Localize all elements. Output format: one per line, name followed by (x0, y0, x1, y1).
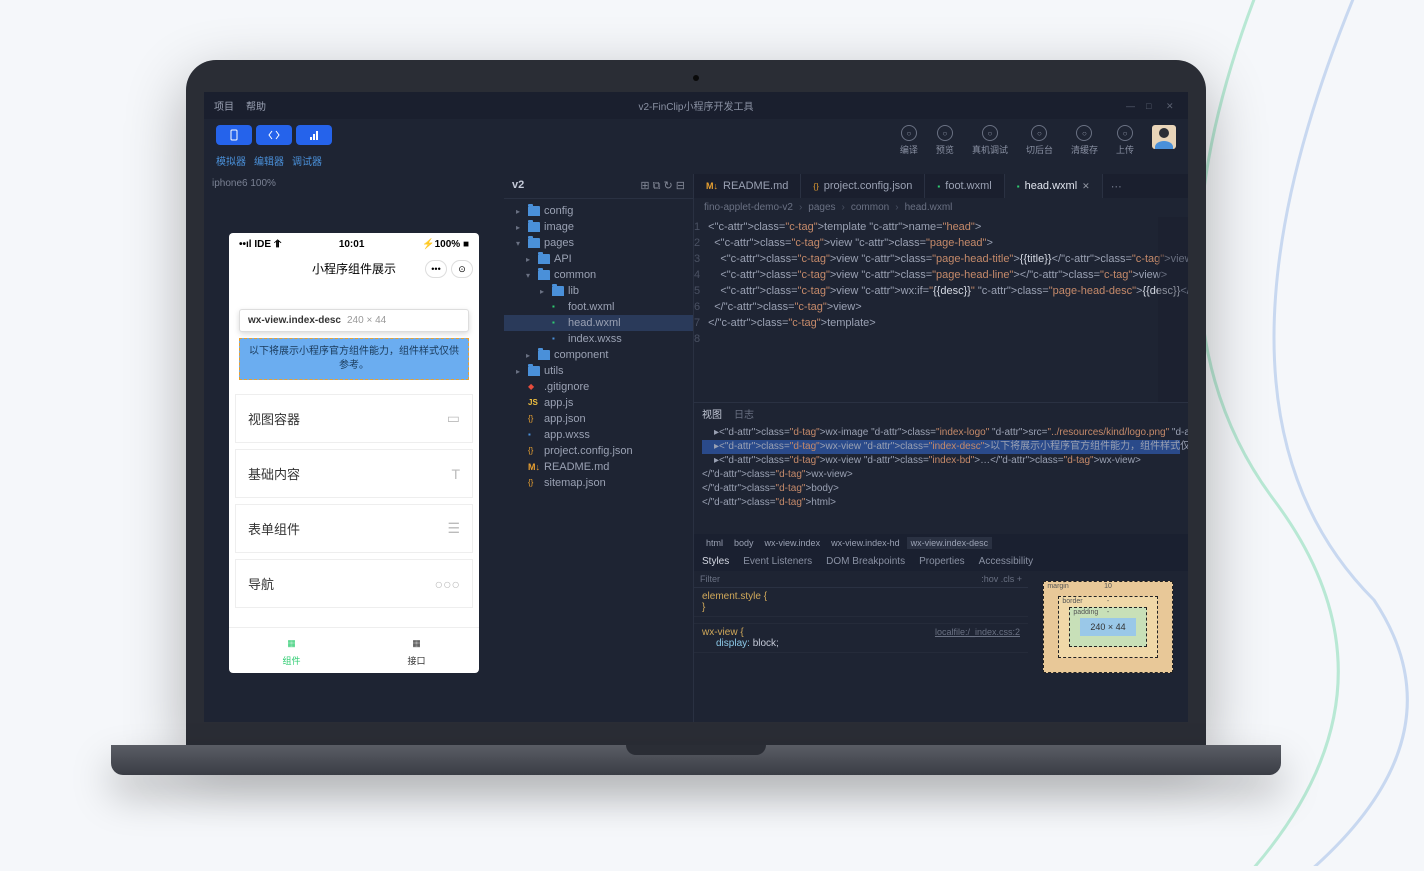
menu-project[interactable]: 项目 (214, 98, 234, 113)
editor-tab[interactable]: ▪foot.wxml (925, 174, 1004, 198)
phone-tab[interactable]: ▦接口 (354, 634, 479, 667)
devtab-log[interactable]: 日志 (734, 406, 754, 421)
styles-tab[interactable]: Accessibility (979, 556, 1033, 567)
tree-header-icons[interactable]: ⊞ ⧉ ↻ ⊟ (640, 179, 685, 193)
styles-tab[interactable]: Styles (702, 556, 729, 567)
user-avatar[interactable] (1152, 125, 1176, 149)
phone-status-left: ••ıl IDE ⥣ (239, 239, 281, 250)
toolbar-compile-button[interactable]: ○编译 (900, 125, 918, 156)
breadcrumb-item[interactable]: fino-applet-demo-v2 (704, 202, 793, 213)
tree-item[interactable]: JSapp.js (504, 395, 693, 411)
window-controls[interactable]: —□✕ (1126, 101, 1178, 111)
list-item[interactable]: 导航○○○ (235, 559, 473, 608)
tree-item[interactable]: ▸lib (504, 283, 693, 299)
css-rule[interactable]: element.style {} (694, 588, 1028, 617)
breadcrumb-item[interactable]: common (851, 202, 889, 213)
tree-item[interactable]: {}sitemap.json (504, 475, 693, 491)
highlighted-element[interactable]: 以下将展示小程序官方组件能力，组件样式仅供参考。 (239, 338, 469, 380)
devtab-view[interactable]: 视图 (702, 406, 722, 421)
mode-simulator-label[interactable]: 模拟器 (216, 153, 246, 168)
mode-simulator-icon[interactable] (216, 125, 252, 145)
styles-tab[interactable]: Properties (919, 556, 965, 567)
editor-tab[interactable]: ▪head.wxml✕ (1005, 174, 1103, 198)
tree-item[interactable]: ▾pages (504, 235, 693, 251)
phone-battery: ⚡100% ■ (422, 239, 469, 250)
css-rule[interactable]: </span><div class="rule-sel">.index-desc… (694, 617, 1028, 624)
tree-item[interactable]: {}project.config.json (504, 443, 693, 459)
toolbar-clear-button[interactable]: ○清缓存 (1071, 125, 1098, 156)
tree-item[interactable]: ▸component (504, 347, 693, 363)
phone-clock: 10:01 (339, 239, 365, 250)
toolbar-preview-button[interactable]: ○预览 (936, 125, 954, 156)
tree-item[interactable]: ▪index.wxss (504, 331, 693, 347)
tree-item[interactable]: ◆.gitignore (504, 379, 693, 395)
phone-preview[interactable]: ••ıl IDE ⥣ 10:01 ⚡100% ■ 小程序组件展示 •••⊙ wx… (229, 233, 479, 673)
toolbar-remote-button[interactable]: ○真机调试 (972, 125, 1008, 156)
menu-help[interactable]: 帮助 (246, 98, 266, 113)
mode-debugger-label[interactable]: 调试器 (292, 153, 322, 168)
editor-panel: M↓README.md{}project.config.json▪foot.wx… (694, 174, 1188, 722)
list-item[interactable]: 表单组件☰ (235, 504, 473, 553)
mode-editor-icon[interactable] (256, 125, 292, 145)
dom-node[interactable]: </"d-attr">class="d-tag">body> (702, 482, 1180, 496)
mode-debugger-icon[interactable] (296, 125, 332, 145)
phone-tab[interactable]: ▦组件 (229, 634, 354, 667)
breadcrumb-item[interactable]: head.wxml (905, 202, 953, 213)
tree-item[interactable]: ▾common (504, 267, 693, 283)
box-model: margin10 border- padding- 240 × 44 (1028, 571, 1188, 722)
titlebar: 项目 帮助 v2-FinClip小程序开发工具 —□✕ (204, 92, 1188, 119)
devtools-panel: 视图 日志 ▸<"d-attr">class="d-tag">wx-image … (694, 402, 1188, 722)
phone-more-icon[interactable]: ••• (425, 260, 447, 278)
ide-window: 项目 帮助 v2-FinClip小程序开发工具 —□✕ 模拟器 编辑器 调试器 … (204, 92, 1188, 722)
dom-crumb[interactable]: wx-view.index-desc (907, 537, 993, 549)
editor-tab[interactable]: M↓README.md (694, 174, 801, 198)
window-title: v2-FinClip小程序开发工具 (638, 98, 753, 113)
phone-close-icon[interactable]: ⊙ (451, 260, 473, 278)
dom-crumb[interactable]: wx-view.index (761, 537, 825, 549)
tree-item[interactable]: ▸image (504, 219, 693, 235)
dom-crumb[interactable]: html (702, 537, 727, 549)
tabs-more-icon[interactable]: ⋯ (1103, 180, 1130, 193)
styles-tab[interactable]: Event Listeners (743, 556, 812, 567)
close-icon: ✕ (1082, 181, 1090, 192)
file-tree-panel: v2 ⊞ ⧉ ↻ ⊟ ▸config▸image▾pages▸API▾commo… (504, 174, 694, 722)
mode-editor-label[interactable]: 编辑器 (254, 153, 284, 168)
tree-root-label: v2 (512, 179, 524, 193)
dom-crumb[interactable]: wx-view.index-hd (827, 537, 904, 549)
css-rule[interactable]: localfile:/_index.css:2wx-view {display:… (694, 624, 1028, 653)
list-item[interactable]: 视图容器▭ (235, 394, 473, 443)
tree-item[interactable]: {}app.json (504, 411, 693, 427)
minimap[interactable] (1158, 217, 1188, 402)
breadcrumb-item[interactable]: pages (808, 202, 835, 213)
dom-node[interactable]: ▸<"d-attr">class="d-tag">wx-image "d-att… (702, 426, 1180, 440)
styles-tab[interactable]: DOM Breakpoints (826, 556, 905, 567)
main-toolbar: 模拟器 编辑器 调试器 ○编译 ○预览 ○真机调试 ○切后台 ○清缓存 ○上传 (204, 119, 1188, 174)
tree-item[interactable]: ▸API (504, 251, 693, 267)
simulator-device-label: iphone6 100% (204, 174, 504, 193)
tree-item[interactable]: ▸utils (504, 363, 693, 379)
dom-node[interactable]: </"d-attr">class="d-tag">wx-view> (702, 468, 1180, 482)
simulator-panel: iphone6 100% ••ıl IDE ⥣ 10:01 ⚡100% ■ 小程… (204, 174, 504, 722)
list-item[interactable]: 基础内容T (235, 449, 473, 498)
dom-crumb[interactable]: body (730, 537, 758, 549)
phone-title: 小程序组件展示 (312, 262, 396, 276)
styles-filter[interactable]: Filter (700, 574, 720, 584)
tree-item[interactable]: ▸config (504, 203, 693, 219)
styles-filter-opts[interactable]: :hov .cls + (981, 574, 1022, 584)
tree-item[interactable]: M↓README.md (504, 459, 693, 475)
laptop-mockup: 项目 帮助 v2-FinClip小程序开发工具 —□✕ 模拟器 编辑器 调试器 … (165, 60, 1227, 780)
dom-node[interactable]: ▸<"d-attr">class="d-tag">wx-view "d-attr… (702, 454, 1180, 468)
editor-tab[interactable]: {}project.config.json (801, 174, 925, 198)
dom-node[interactable]: ▸<"d-attr">class="d-tag">wx-view "d-attr… (702, 440, 1180, 454)
inspect-tooltip: wx-view.index-desc240 × 44 (239, 309, 469, 332)
tree-item[interactable]: ▪app.wxss (504, 427, 693, 443)
tree-item[interactable]: ▪head.wxml (504, 315, 693, 331)
toolbar-upload-button[interactable]: ○上传 (1116, 125, 1134, 156)
toolbar-bg-button[interactable]: ○切后台 (1026, 125, 1053, 156)
dom-node[interactable]: </"d-attr">class="d-tag">html> (702, 496, 1180, 510)
tree-item[interactable]: ▪foot.wxml (504, 299, 693, 315)
